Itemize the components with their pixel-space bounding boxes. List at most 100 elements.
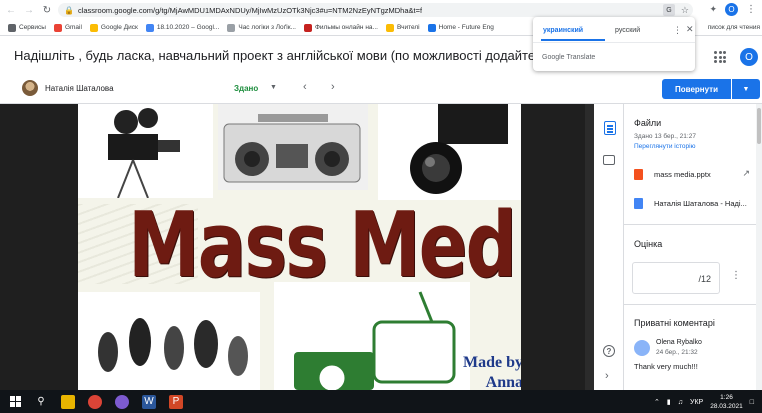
clock-time: 1:26 xyxy=(720,394,733,401)
files-heading: Файли xyxy=(634,118,662,128)
comments-panel-icon[interactable] xyxy=(603,155,615,165)
windows-start-icon[interactable] xyxy=(10,396,21,407)
grade-denominator: /12 xyxy=(698,274,711,284)
viber-icon[interactable] xyxy=(115,394,129,409)
film-camera-drawing xyxy=(108,108,180,199)
divider xyxy=(624,224,762,225)
document-viewer[interactable]: Mass Media Made by Anna xyxy=(0,104,594,390)
active-tab-indicator xyxy=(541,39,605,41)
file-item-pptx[interactable]: mass media.pptx ↗ xyxy=(624,161,762,187)
back-icon[interactable]: ← xyxy=(4,3,18,17)
chevron-down-icon[interactable]: ▼ xyxy=(270,84,277,91)
chevron-up-icon[interactable]: ⌃ xyxy=(654,398,660,406)
notifications-icon[interactable]: □ xyxy=(750,399,754,406)
bookmark-teachers[interactable]: Вчителі xyxy=(385,23,420,32)
submitted-date: Здано 13 бер., 21:27 xyxy=(634,133,696,140)
file-item-doc[interactable]: Наталія Шаталова - Наді... xyxy=(624,190,762,216)
docs-file-icon xyxy=(634,197,643,209)
private-comments-heading: Приватні коментарі xyxy=(634,318,715,328)
microphones-drawing xyxy=(98,318,248,376)
boombox-image xyxy=(218,104,368,190)
lock-icon: 🔒 xyxy=(64,5,74,15)
video-camera-drawing xyxy=(410,104,508,194)
news-tv-image xyxy=(274,282,470,390)
presentation-slide: Mass Media Made by Anna xyxy=(78,104,521,390)
chevron-right-icon[interactable]: › xyxy=(605,370,609,382)
chevron-right-icon[interactable]: › xyxy=(331,81,335,93)
bookmark-google[interactable]: 18.10.2020 – Googl... xyxy=(145,23,219,32)
bookmark-films[interactable]: Фильмы онлайн на... xyxy=(303,23,378,32)
view-history-link[interactable]: Переглянути історію xyxy=(634,143,695,150)
files-panel-icon[interactable] xyxy=(604,121,616,135)
avatar xyxy=(22,80,38,96)
bookmark-future-english[interactable]: Home - Future Eng xyxy=(427,23,494,32)
bookmark-star-icon[interactable]: ☆ xyxy=(681,5,689,16)
slide-author-text: Made by Anna xyxy=(453,353,521,390)
chrome-icon[interactable] xyxy=(88,394,102,409)
grade-heading: Оцінка xyxy=(634,239,663,249)
tab-russian[interactable]: русский xyxy=(615,27,640,34)
return-options-dropdown[interactable]: ▼ xyxy=(732,79,760,99)
comment-time: 24 бер., 21:32 xyxy=(656,349,698,356)
gmail-icon xyxy=(53,23,62,32)
star-icon xyxy=(385,23,394,32)
file-name: Наталія Шаталова - Наді... xyxy=(654,198,747,208)
slide-title: Mass Media xyxy=(128,192,521,297)
reload-icon[interactable]: ↻ xyxy=(40,3,54,17)
bookmark-logic[interactable]: Час логіки з Лоґік... xyxy=(227,23,296,32)
browser-profile-avatar[interactable]: O xyxy=(725,3,738,16)
file-name: mass media.pptx xyxy=(654,169,711,179)
network-icon[interactable]: ▮ xyxy=(667,398,671,406)
avatar xyxy=(634,340,650,356)
system-tray: ⌃ ▮ ♫ УКР 1:26 28.03.2021 □ xyxy=(654,391,754,413)
open-external-icon[interactable]: ↗ xyxy=(742,168,750,179)
extensions-icon[interactable]: ✦ xyxy=(709,4,717,15)
page-icon xyxy=(227,23,236,32)
help-icon[interactable]: ? xyxy=(603,345,615,357)
status-badge[interactable]: Здано xyxy=(234,84,258,93)
google-apps-icon[interactable] xyxy=(714,51,726,63)
bookmark-drive[interactable]: Google Диск xyxy=(89,23,138,32)
clock[interactable]: 1:26 28.03.2021 xyxy=(710,393,743,411)
close-icon[interactable]: ✕ xyxy=(686,24,694,35)
google-translate-brand: Google Translate xyxy=(542,54,596,61)
forward-icon[interactable]: → xyxy=(22,3,36,17)
browser-menu-icon[interactable]: ⋮ xyxy=(746,4,756,15)
viewer-scrollbar[interactable] xyxy=(585,104,594,390)
file-explorer-icon[interactable] xyxy=(61,394,75,409)
volume-icon[interactable]: ♫ xyxy=(678,399,683,406)
panel-scrollbar-thumb[interactable] xyxy=(757,108,761,144)
drive-icon xyxy=(89,23,98,32)
made-by-line: Made by xyxy=(463,354,521,371)
student-name[interactable]: Наталія Шаталова xyxy=(45,84,114,93)
reading-list[interactable]: писок для чтения xyxy=(703,24,760,31)
powerpoint-icon[interactable]: P xyxy=(169,394,183,409)
google-icon xyxy=(145,23,154,32)
grade-input[interactable]: /12 xyxy=(632,262,720,294)
search-icon[interactable]: ⚲ xyxy=(34,395,48,409)
bookmark-services[interactable]: Сервисы xyxy=(8,23,46,32)
translate-icon[interactable]: G xyxy=(662,4,675,16)
video-camera-image xyxy=(378,104,521,200)
language-indicator[interactable]: УКР xyxy=(690,399,703,406)
chevron-left-icon[interactable]: ‹ xyxy=(303,81,307,93)
return-button[interactable]: Повернути xyxy=(662,79,731,99)
home-icon xyxy=(427,23,436,32)
url-text[interactable]: classroom.google.com/g/tg/MjAwMDU1MDAxND… xyxy=(78,6,422,15)
comment-text: Thank very much!!! xyxy=(634,362,698,371)
side-rail: ? › xyxy=(594,104,624,390)
microphones-image xyxy=(78,292,260,390)
address-bar[interactable]: 🔒 classroom.google.com/g/tg/MjAwMDU1MDAx… xyxy=(58,3,693,17)
account-avatar[interactable]: O xyxy=(740,48,758,66)
tab-ukrainian[interactable]: украинский xyxy=(543,27,583,34)
translate-options-icon[interactable]: ⋮ xyxy=(673,25,682,36)
submission-panel: Файли Здано 13 бер., 21:27 Переглянути і… xyxy=(624,104,762,390)
film-camera-image xyxy=(78,104,213,199)
comment-author: Olena Rybalko xyxy=(656,339,702,346)
grade-options-icon[interactable]: ⋮ xyxy=(731,270,741,281)
panel-scrollbar[interactable] xyxy=(756,104,762,390)
word-icon[interactable]: W xyxy=(142,394,156,409)
bookmark-gmail[interactable]: Gmail xyxy=(53,23,82,32)
film-icon xyxy=(303,23,312,32)
divider xyxy=(533,42,695,43)
